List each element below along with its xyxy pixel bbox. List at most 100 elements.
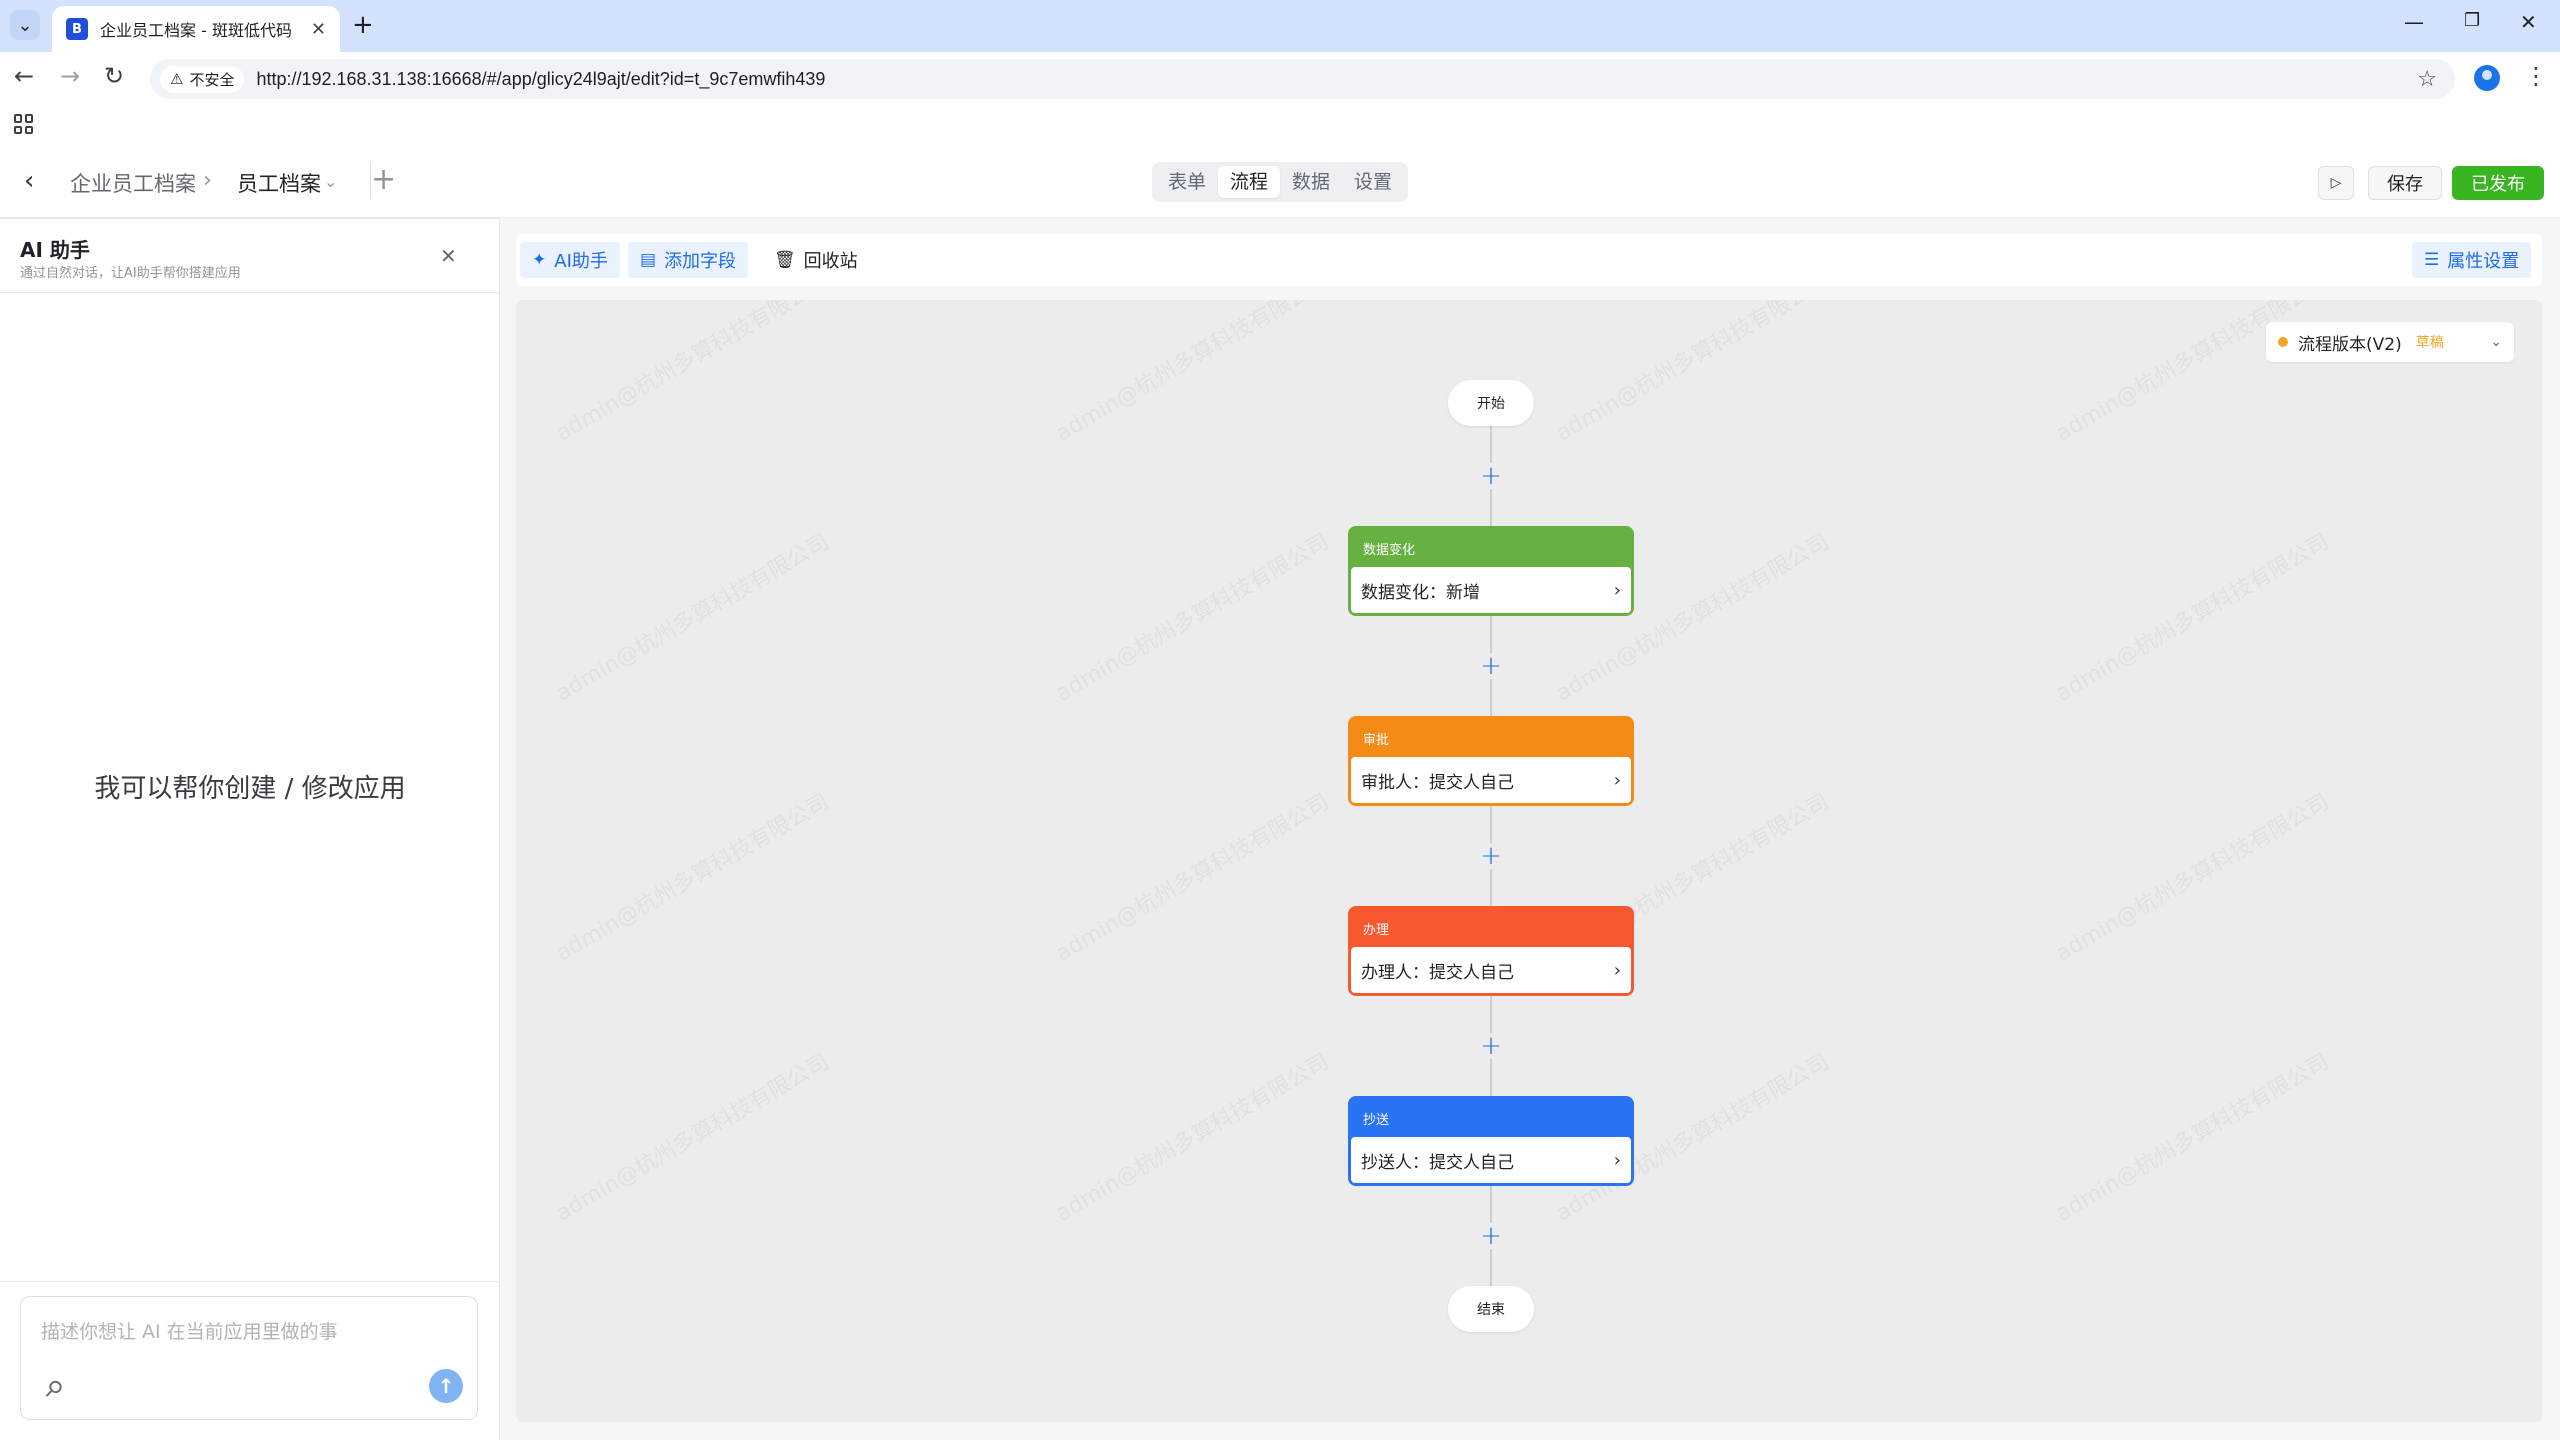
tab-form[interactable]: 表单 bbox=[1156, 166, 1218, 198]
breadcrumb-current[interactable]: 员工档案 bbox=[237, 168, 321, 198]
watermark: admin@杭州多算科技有限公司 bbox=[1051, 789, 1334, 967]
node-detail[interactable]: 抄送人：提交人自己 › bbox=[1351, 1137, 1631, 1183]
url-text[interactable]: http://192.168.31.138:16668/#/app/glicy2… bbox=[256, 69, 825, 90]
add-node-plus-icon[interactable]: + bbox=[1478, 1033, 1504, 1059]
ai-assistant-button[interactable]: ✦ AI助手 bbox=[520, 242, 620, 278]
browser-tab[interactable]: B 企业员工档案 - 斑斑低代码 ✕ bbox=[52, 6, 340, 52]
sparkle-icon: ✦ bbox=[532, 250, 547, 270]
property-settings-label: 属性设置 bbox=[2447, 251, 2520, 272]
node-detail-text: 抄送人：提交人自己 bbox=[1361, 1152, 1514, 1173]
ai-input-box: ⚲ ↑ bbox=[20, 1296, 478, 1420]
breadcrumb-separator-icon: › bbox=[203, 168, 212, 193]
add-field-label: 添加字段 bbox=[664, 251, 737, 272]
ai-assistant-label: AI助手 bbox=[554, 251, 608, 272]
forward-icon[interactable]: → bbox=[60, 62, 80, 90]
app-favicon-icon: B bbox=[66, 18, 88, 40]
ai-empty-state: 我可以帮你创建 / 修改应用 bbox=[94, 774, 406, 804]
attachment-icon[interactable]: ⚲ bbox=[39, 1375, 68, 1404]
back-arrow-icon[interactable]: ‹ bbox=[24, 166, 34, 196]
end-node[interactable]: 结束 bbox=[1448, 1286, 1534, 1332]
node-title: 审批 bbox=[1363, 732, 1390, 748]
profile-icon[interactable] bbox=[2474, 65, 2500, 91]
ai-prompt-input[interactable] bbox=[41, 1317, 451, 1357]
node-detail-text: 审批人：提交人自己 bbox=[1361, 772, 1514, 793]
flow-node-cc[interactable]: 抄送 抄送人：提交人自己 › bbox=[1348, 1096, 1634, 1186]
chevron-right-icon: › bbox=[1613, 959, 1621, 981]
preview-play-button[interactable]: ▷ bbox=[2318, 166, 2354, 200]
tab-search-icon[interactable]: ⌄ bbox=[10, 10, 40, 40]
tab-flow[interactable]: 流程 bbox=[1218, 166, 1280, 198]
canvas-toolbar: ✦ AI助手 ▤ 添加字段 🗑 回收站 ☰ 属性设置 bbox=[516, 234, 2542, 286]
chevron-right-icon: › bbox=[1613, 579, 1621, 601]
watermark: admin@杭州多算科技有限公司 bbox=[551, 529, 834, 707]
property-settings-button[interactable]: ☰ 属性设置 bbox=[2412, 242, 2532, 278]
breadcrumb-root[interactable]: 企业员工档案 bbox=[70, 168, 196, 198]
browser-menu-icon[interactable]: ⋮ bbox=[2524, 62, 2548, 90]
chevron-down-icon: ⌄ bbox=[2490, 334, 2502, 350]
chevron-right-icon: › bbox=[1613, 1149, 1621, 1171]
editor-mode-tabs: 表单 流程 数据 设置 bbox=[1152, 162, 1408, 202]
watermark: admin@杭州多算科技有限公司 bbox=[2051, 789, 2334, 967]
close-window-icon[interactable]: ✕ bbox=[2520, 10, 2537, 34]
bookmark-star-icon[interactable]: ☆ bbox=[2417, 67, 2437, 92]
omnibox[interactable]: ⚠ 不安全 http://192.168.31.138:16668/#/app/… bbox=[150, 59, 2455, 99]
flow-node-approval[interactable]: 审批 审批人：提交人自己 › bbox=[1348, 716, 1634, 806]
start-node[interactable]: 开始 bbox=[1448, 380, 1534, 426]
new-tab-icon[interactable]: + bbox=[352, 12, 374, 38]
add-form-icon[interactable]: + bbox=[370, 162, 396, 197]
watermark: admin@杭州多算科技有限公司 bbox=[551, 1049, 834, 1227]
node-detail[interactable]: 审批人：提交人自己 › bbox=[1351, 757, 1631, 803]
reload-icon[interactable]: ↻ bbox=[104, 62, 124, 90]
bookmarks-bar bbox=[0, 106, 2560, 144]
save-button[interactable]: 保存 bbox=[2368, 166, 2442, 200]
ai-panel-subtitle: 通过自然对话，让AI助手帮你搭建应用 bbox=[20, 266, 241, 281]
watermark: admin@杭州多算科技有限公司 bbox=[2051, 1049, 2334, 1227]
flow-node-handle[interactable]: 办理 办理人：提交人自己 › bbox=[1348, 906, 1634, 996]
version-label: 流程版本(V2) bbox=[2298, 334, 2402, 355]
draft-badge: 草稿 bbox=[2415, 335, 2444, 351]
publish-button[interactable]: 已发布 bbox=[2452, 166, 2544, 200]
restore-icon[interactable]: ❐ bbox=[2464, 10, 2480, 31]
tab-settings[interactable]: 设置 bbox=[1342, 166, 1404, 198]
add-node-plus-icon[interactable]: + bbox=[1478, 843, 1504, 869]
flow-node-data-change[interactable]: 数据变化 数据变化：新增 › bbox=[1348, 526, 1634, 616]
divider bbox=[0, 292, 500, 293]
add-node-plus-icon[interactable]: + bbox=[1478, 463, 1504, 489]
tab-data[interactable]: 数据 bbox=[1280, 166, 1342, 198]
watermark: admin@杭州多算科技有限公司 bbox=[1051, 300, 1334, 447]
apps-grid-icon[interactable] bbox=[14, 114, 34, 134]
node-detail[interactable]: 办理人：提交人自己 › bbox=[1351, 947, 1631, 993]
browser-tab-bar bbox=[0, 0, 2560, 52]
warning-icon: ⚠ bbox=[170, 70, 184, 88]
watermark: admin@杭州多算科技有限公司 bbox=[551, 789, 834, 967]
flow-canvas[interactable]: admin@杭州多算科技有限公司 admin@杭州多算科技有限公司 admin@… bbox=[516, 300, 2542, 1422]
send-button[interactable]: ↑ bbox=[429, 1369, 463, 1403]
close-tab-icon[interactable]: ✕ bbox=[311, 19, 326, 40]
watermark: admin@杭州多算科技有限公司 bbox=[1051, 1049, 1334, 1227]
node-detail[interactable]: 数据变化：新增 › bbox=[1351, 567, 1631, 613]
watermark: admin@杭州多算科技有限公司 bbox=[1051, 529, 1334, 707]
insecure-label: 不安全 bbox=[189, 70, 235, 89]
back-icon[interactable]: ← bbox=[14, 62, 34, 90]
sliders-icon: ☰ bbox=[2424, 250, 2440, 270]
recycle-bin-button[interactable]: 🗑 回收站 bbox=[762, 242, 870, 278]
node-detail-text: 办理人：提交人自己 bbox=[1361, 962, 1514, 983]
add-node-plus-icon[interactable]: + bbox=[1478, 653, 1504, 679]
tab-title: 企业员工档案 - 斑斑低代码 bbox=[100, 21, 292, 40]
divider bbox=[0, 1281, 500, 1282]
chevron-down-icon[interactable]: ⌄ bbox=[324, 172, 337, 191]
trash-icon: 🗑 bbox=[774, 250, 796, 270]
minimize-icon[interactable]: — bbox=[2404, 10, 2424, 34]
security-indicator[interactable]: ⚠ 不安全 bbox=[160, 65, 245, 93]
node-title: 数据变化 bbox=[1363, 542, 1416, 558]
node-detail-text: 数据变化：新增 bbox=[1361, 582, 1480, 603]
close-icon[interactable]: ✕ bbox=[440, 244, 457, 268]
node-title: 抄送 bbox=[1363, 1112, 1390, 1128]
status-dot bbox=[2278, 337, 2288, 347]
node-title: 办理 bbox=[1363, 922, 1390, 938]
watermark: admin@杭州多算科技有限公司 bbox=[2051, 529, 2334, 707]
ai-assistant-panel bbox=[0, 218, 500, 1440]
flow-version-select[interactable]: 流程版本(V2) 草稿 ⌄ bbox=[2266, 322, 2514, 362]
add-node-plus-icon[interactable]: + bbox=[1478, 1223, 1504, 1249]
add-field-button[interactable]: ▤ 添加字段 bbox=[628, 242, 749, 278]
